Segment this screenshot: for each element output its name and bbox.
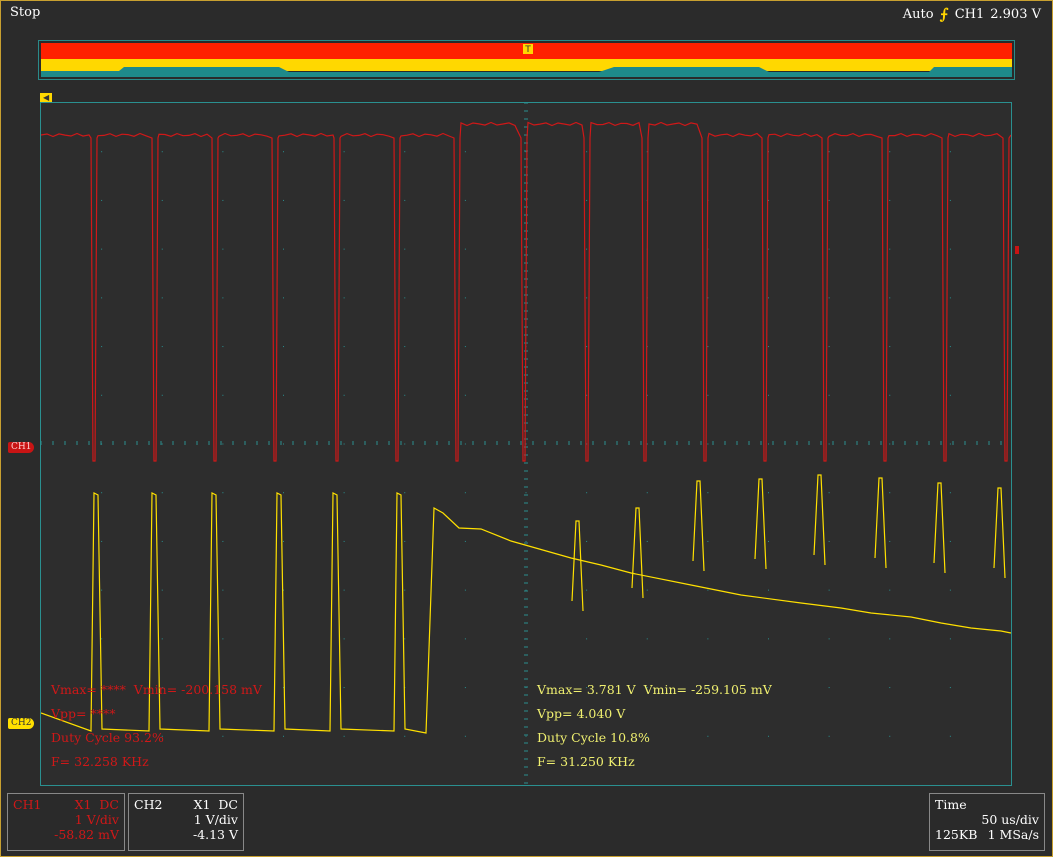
ch2-ground-marker[interactable]: CH2 <box>8 718 35 729</box>
overview-trigger-label: T <box>524 45 531 55</box>
ch1-settings-panel[interactable]: CH1 X1 DC 1 V/div -58.82 mV <box>7 793 125 851</box>
ch1-duty: Duty Cycle 93.2% <box>51 730 164 745</box>
ch2-probe: X1 <box>193 797 211 812</box>
ch1-probe: X1 <box>74 797 92 812</box>
run-status[interactable]: Stop <box>10 5 40 20</box>
ch1-scale: 1 V/div <box>74 812 119 827</box>
timebase-panel[interactable]: Time 50 us/div 125KB 1 MSa/s <box>929 793 1045 851</box>
ch2-vmax: Vmax= 3.781 V <box>537 682 636 697</box>
ch1-panel-name: CH1 <box>13 797 42 812</box>
trigger-source: CH1 <box>954 6 985 22</box>
ch1-ground-marker[interactable]: CH1 <box>8 442 35 453</box>
ch2-spike <box>754 478 767 570</box>
ch2-scale: 1 V/div <box>193 812 238 827</box>
ch2-spike <box>692 480 705 572</box>
trigger-mode: Auto <box>902 6 934 22</box>
ch2-vmin: Vmin= -259.105 mV <box>643 682 772 697</box>
trigger-level-marker[interactable] <box>1015 246 1019 254</box>
ch2-duty: Duty Cycle 10.8% <box>537 730 650 745</box>
ch1-coupling: DC <box>99 797 119 812</box>
ch2-spike <box>993 487 1006 579</box>
ch1-measurements: Vmax= **** Vmin= -200.158 mV Vpp= **** D… <box>51 678 262 774</box>
ch2-spike <box>874 477 887 569</box>
ch2-measurements: Vmax= 3.781 V Vmin= -259.105 mV Vpp= 4.0… <box>537 678 772 774</box>
trigger-level: 2.903 V <box>990 6 1041 22</box>
ch2-vpp: Vpp= 4.040 V <box>537 706 626 721</box>
trigger-info[interactable]: Auto ⨍ CH1 2.903 V <box>903 5 1041 23</box>
ch2-freq: F= 31.250 KHz <box>537 754 635 769</box>
memory-overview-bar[interactable]: T <box>38 40 1015 80</box>
memory-depth: 125KB <box>935 827 978 842</box>
rising-edge-icon: ⨍ <box>939 5 949 23</box>
ch2-spike <box>571 520 584 612</box>
horizontal-position-marker[interactable]: ◀ <box>40 93 53 102</box>
ch1-freq: F= 32.258 KHz <box>51 754 149 769</box>
ch1-offset: -58.82 mV <box>54 827 119 842</box>
ch2-coupling: DC <box>218 797 238 812</box>
sample-rate: 1 MSa/s <box>987 827 1039 842</box>
ch2-settings-panel[interactable]: CH2 X1 DC 1 V/div -4.13 V <box>128 793 244 851</box>
ch2-panel-name: CH2 <box>134 797 163 812</box>
ch1-vpp: Vpp= **** <box>51 706 116 721</box>
ch2-spike <box>813 474 826 566</box>
ch2-spike <box>933 482 946 574</box>
ch2-offset: -4.13 V <box>192 827 238 842</box>
timebase-label: Time <box>935 797 967 812</box>
ch2-spike <box>631 507 644 599</box>
ch1-trace <box>41 121 1011 462</box>
ch1-vmin: Vmin= -200.158 mV <box>133 682 262 697</box>
timebase-scale: 50 us/div <box>981 812 1039 827</box>
ch1-vmax: Vmax= **** <box>51 682 126 697</box>
